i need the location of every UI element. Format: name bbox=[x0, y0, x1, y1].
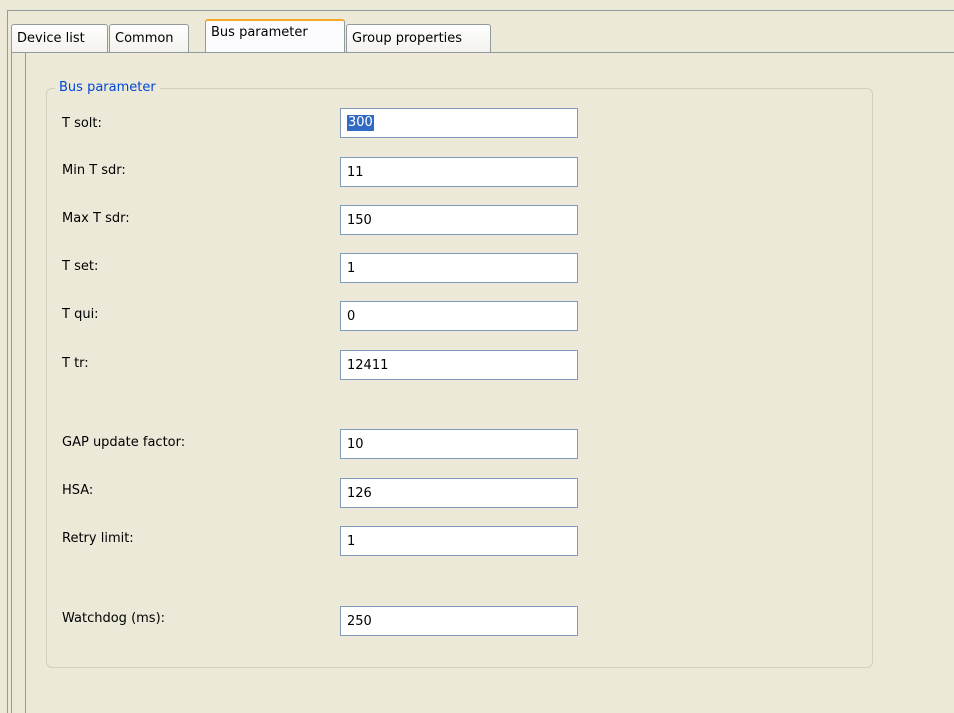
gap-update-factor-label: GAP update factor: bbox=[62, 435, 186, 450]
groupbox-title: Bus parameter bbox=[55, 79, 160, 97]
t-set-label: T set: bbox=[62, 259, 99, 274]
min-t-sdr-label: Min T sdr: bbox=[62, 163, 126, 178]
retry-limit-label: Retry limit: bbox=[62, 531, 134, 546]
tab-device-list[interactable]: Device list bbox=[11, 24, 108, 52]
min-t-sdr-input[interactable] bbox=[340, 157, 578, 187]
tab-common[interactable]: Common bbox=[109, 24, 189, 52]
watchdog-input[interactable] bbox=[340, 606, 578, 636]
tab-group-properties[interactable]: Group properties bbox=[346, 24, 491, 52]
t-solt-value: 300 bbox=[347, 115, 374, 131]
hsa-input[interactable] bbox=[340, 478, 578, 508]
t-tr-input[interactable] bbox=[340, 350, 578, 380]
t-solt-input[interactable]: 300 bbox=[340, 108, 578, 138]
gap-update-factor-input[interactable] bbox=[340, 429, 578, 459]
t-solt-label: T solt: bbox=[62, 116, 102, 131]
max-t-sdr-label: Max T sdr: bbox=[62, 211, 130, 226]
retry-limit-input[interactable] bbox=[340, 526, 578, 556]
hsa-label: HSA: bbox=[62, 483, 94, 498]
t-qui-input[interactable] bbox=[340, 301, 578, 331]
t-set-input[interactable] bbox=[340, 253, 578, 283]
tab-bus-parameter[interactable]: Bus parameter bbox=[205, 19, 345, 52]
watchdog-label: Watchdog (ms): bbox=[62, 611, 166, 626]
t-qui-label: T qui: bbox=[62, 307, 99, 322]
max-t-sdr-input[interactable] bbox=[340, 205, 578, 235]
t-tr-label: T tr: bbox=[62, 356, 89, 371]
